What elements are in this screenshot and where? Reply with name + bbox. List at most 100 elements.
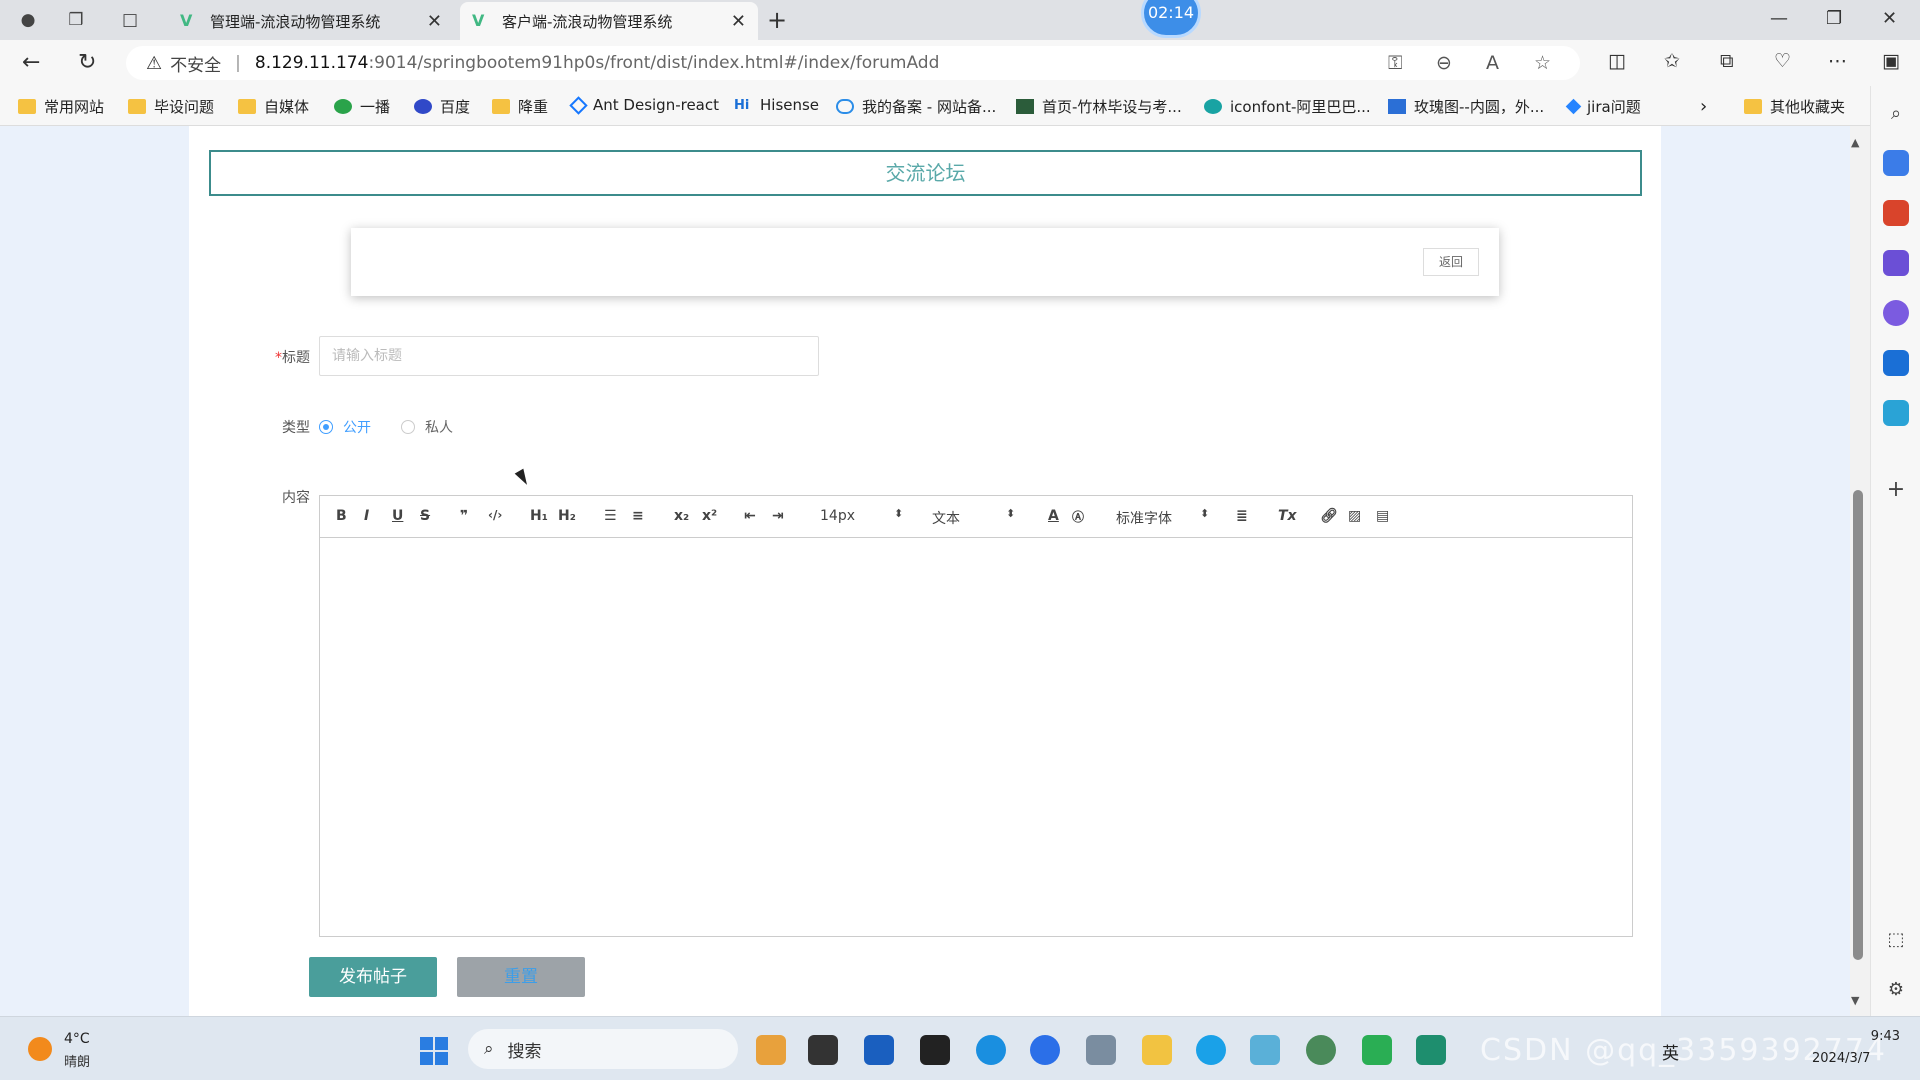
tab-actions-icon[interactable]: □ <box>118 8 142 32</box>
file-app-icon[interactable] <box>808 1035 838 1065</box>
address-bar[interactable]: ⚠ 不安全 | 8.129.11.174:9014/springbootem91… <box>126 46 1580 80</box>
scroll-up-icon[interactable]: ▲ <box>1851 136 1859 149</box>
type-radio-private[interactable]: 私人 <box>401 417 453 437</box>
superscript-icon[interactable]: x² <box>702 508 717 524</box>
outlook-icon[interactable] <box>1883 350 1909 376</box>
clock-date[interactable]: 2024/3/7 <box>1812 1051 1870 1066</box>
minimize-button[interactable]: — <box>1770 8 1788 29</box>
search-icon[interactable]: ⌕ <box>1883 100 1909 126</box>
underline-icon[interactable]: U <box>392 508 403 524</box>
collections-icon[interactable]: ⧉ <box>1720 50 1734 72</box>
back-arrow-icon[interactable]: ← <box>22 50 40 75</box>
copilot-icon[interactable] <box>1883 300 1909 326</box>
bookmark-item[interactable]: 一播 <box>334 96 390 117</box>
editor-content-area[interactable] <box>320 538 1632 936</box>
tools-briefcase-icon[interactable] <box>1883 200 1909 226</box>
app-icon[interactable] <box>1416 1035 1446 1065</box>
strikethrough-icon[interactable]: S <box>420 508 430 524</box>
bookmarks-more-chevron-icon[interactable]: › <box>1700 96 1707 117</box>
ordered-list-icon[interactable]: ☰ <box>604 508 617 524</box>
url-host[interactable]: 8.129.11.174 <box>255 53 369 73</box>
publish-button[interactable]: 发布帖子 <box>309 957 437 997</box>
add-icon[interactable]: + <box>1883 476 1909 502</box>
bookmark-item[interactable]: Hi Hisense <box>734 96 819 114</box>
new-tab-button[interactable]: + <box>767 6 787 34</box>
windows-start-icon[interactable] <box>420 1037 448 1065</box>
subscript-icon[interactable]: x₂ <box>674 508 689 524</box>
health-icon[interactable]: ♡ <box>1774 50 1791 72</box>
restore-button[interactable]: ❐ <box>1826 8 1842 29</box>
bold-icon[interactable]: B <box>336 508 347 524</box>
bookmark-item[interactable]: jira问题 <box>1565 96 1641 117</box>
link-icon[interactable]: 🔗︎ <box>1320 508 1338 524</box>
user-app-icon[interactable] <box>1086 1035 1116 1065</box>
shopping-tag-icon[interactable] <box>1883 150 1909 176</box>
align-icon[interactable]: ≣ <box>1236 508 1248 524</box>
italic-icon[interactable]: I <box>364 508 369 524</box>
app-icon[interactable] <box>1250 1035 1280 1065</box>
weather-sun-icon[interactable] <box>28 1037 52 1061</box>
type-radio-public[interactable]: 公开 <box>319 417 371 437</box>
sidebar-toggle-icon[interactable]: ▣ <box>1882 50 1900 72</box>
store-app-icon[interactable] <box>864 1035 894 1065</box>
workspaces-icon[interactable]: ❒ <box>64 8 88 32</box>
bookmark-item[interactable]: 毕设问题 <box>128 96 214 117</box>
wechat-app-icon[interactable] <box>1362 1035 1392 1065</box>
bookmark-item[interactable]: 玫瑰图--内圆，外... <box>1388 96 1544 117</box>
more-menu-icon[interactable]: ⋯ <box>1828 50 1847 72</box>
split-screen-icon[interactable]: ◫ <box>1608 50 1626 72</box>
weather-condition[interactable]: 晴朗 <box>64 1051 90 1070</box>
app-icon[interactable] <box>1306 1035 1336 1065</box>
copilot-app-icon[interactable] <box>756 1035 786 1065</box>
text-color-icon[interactable]: A <box>1048 508 1059 524</box>
favorites-icon[interactable]: ✩ <box>1664 50 1680 72</box>
favorite-star-icon[interactable]: ☆ <box>1534 52 1551 74</box>
clock-time[interactable]: 9:43 <box>1840 1029 1900 1044</box>
close-tab-icon[interactable]: ✕ <box>427 11 442 32</box>
password-key-icon[interactable]: ⚿ <box>1388 52 1402 74</box>
terminal-app-icon[interactable] <box>920 1035 950 1065</box>
scrollbar-thumb[interactable] <box>1853 490 1863 960</box>
background-color-icon[interactable]: Ⓐ <box>1072 508 1084 525</box>
security-label[interactable]: 不安全 <box>170 51 221 76</box>
video-icon[interactable]: ▤ <box>1376 508 1389 524</box>
bullet-list-icon[interactable]: ≡ <box>632 508 644 524</box>
edge-app-icon[interactable] <box>976 1035 1006 1065</box>
bookmark-item[interactable]: 降重 <box>492 96 548 117</box>
bookmark-item[interactable]: 百度 <box>414 96 470 117</box>
scroll-down-icon[interactable]: ▼ <box>1851 994 1859 1007</box>
ie-app-icon[interactable] <box>1196 1035 1226 1065</box>
back-button[interactable]: 返回 <box>1423 248 1479 276</box>
font-size-select[interactable]: 14px <box>820 508 855 524</box>
warning-icon[interactable]: ⚠ <box>146 53 162 74</box>
zoom-icon[interactable]: ⊖ <box>1436 52 1452 74</box>
title-input[interactable]: 请输入标题 <box>319 336 819 376</box>
refresh-icon[interactable]: ↻ <box>78 50 96 75</box>
tab-client[interactable]: V 客户端-流浪动物管理系统 ✕ <box>460 2 758 40</box>
temperature[interactable]: 4°C <box>64 1031 90 1047</box>
settings-gear-icon[interactable]: ⚙ <box>1883 976 1909 1002</box>
bookmark-item[interactable]: iconfont-阿里巴巴... <box>1204 96 1371 117</box>
bookmark-item[interactable]: Ant Design-react <box>569 95 719 115</box>
close-window-button[interactable]: ✕ <box>1882 8 1897 29</box>
bookmark-item[interactable]: 我的备案 - 网站备... <box>836 96 996 117</box>
taskbar-search[interactable]: ⌕ 搜索 <box>468 1029 738 1069</box>
bookmark-item[interactable]: 首页-竹林毕设与考... <box>1016 96 1182 117</box>
outdent-icon[interactable]: ⇤ <box>744 508 756 524</box>
tab-admin[interactable]: V 管理端-流浪动物管理系统 ✕ <box>168 2 454 40</box>
read-aloud-icon[interactable]: A <box>1486 52 1499 74</box>
bookmark-item[interactable]: 自媒体 <box>238 96 309 117</box>
close-tab-icon[interactable]: ✕ <box>731 11 746 32</box>
messenger-app-icon[interactable] <box>1030 1035 1060 1065</box>
ime-indicator[interactable]: 英 <box>1662 1039 1679 1064</box>
games-icon[interactable] <box>1883 250 1909 276</box>
image-icon[interactable]: ▨ <box>1348 508 1361 524</box>
clear-format-icon[interactable]: Tx <box>1278 508 1297 524</box>
code-icon[interactable]: ‹/› <box>488 508 502 522</box>
profile-icon[interactable]: ● <box>16 8 40 32</box>
explorer-app-icon[interactable] <box>1142 1035 1172 1065</box>
font-family-select[interactable]: 标准字体 <box>1116 508 1172 528</box>
bookmark-item[interactable]: 常用网站 <box>18 96 104 117</box>
url-path[interactable]: :9014/springbootem91hp0s/front/dist/inde… <box>368 53 939 73</box>
heading1-icon[interactable]: H₁ <box>530 508 548 524</box>
